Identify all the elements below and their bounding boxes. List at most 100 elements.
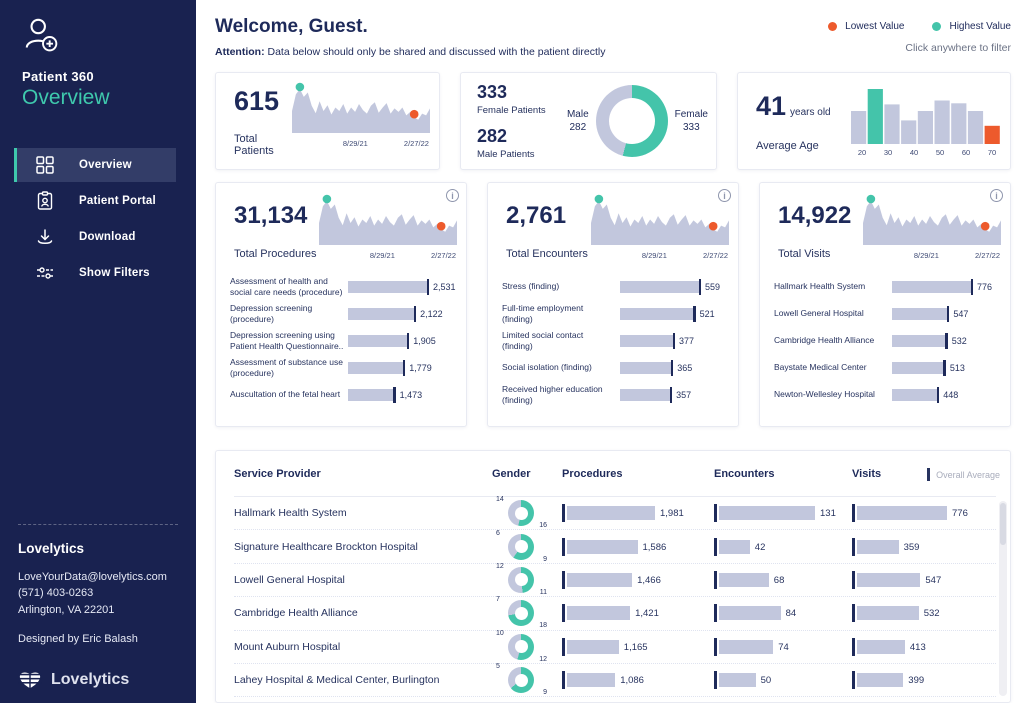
- bar-value: 84: [786, 608, 797, 619]
- value-bar: [892, 281, 972, 293]
- encounters-bar[interactable]: 131: [714, 506, 852, 520]
- bar-label: Stress (finding): [502, 281, 620, 291]
- sparkline-area-chart: [318, 194, 458, 251]
- table-row[interactable]: Lahey Hospital & Medical Center, Burling…: [234, 664, 996, 697]
- value-bar: [857, 540, 899, 554]
- overall-average-tick: [714, 538, 717, 556]
- procedures-trend-chart[interactable]: 8/29/21 2/27/22: [318, 185, 458, 262]
- visits-bar[interactable]: 532: [852, 606, 996, 620]
- male-patients-value: 282: [477, 126, 567, 147]
- column-header-gender[interactable]: Gender: [492, 468, 562, 480]
- visits-bar-row[interactable]: Lowell General Hospital547: [774, 300, 998, 327]
- table-row[interactable]: Hallmark Health System14161,981131776: [234, 497, 996, 530]
- visits-bar-row[interactable]: Newton-Wellesley Hospital448: [774, 381, 998, 408]
- procedures-bar-row[interactable]: Assessment of substance use (procedure)1…: [230, 354, 454, 381]
- bar-value: 513: [950, 363, 965, 373]
- visits-bar[interactable]: 776: [852, 506, 996, 520]
- sidebar-item-patient-portal[interactable]: Patient Portal: [14, 184, 176, 218]
- procedures-bar[interactable]: 1,421: [562, 606, 714, 620]
- sparkline-axis: 8/29/21 2/27/22: [862, 251, 1002, 262]
- table-scrollbar[interactable]: [999, 501, 1007, 696]
- overall-average-tick: [714, 671, 717, 689]
- encounters-bar[interactable]: 50: [714, 673, 852, 687]
- table-row[interactable]: Mount Auburn Hospital10121,16574413: [234, 631, 996, 664]
- column-header-procedures[interactable]: Procedures: [562, 468, 714, 480]
- patient-360-dashboard: Patient 360 Overview Overview: [0, 0, 1024, 703]
- scrollbar-thumb[interactable]: [1000, 503, 1006, 545]
- encounters-trend-chart[interactable]: 8/29/21 2/27/22: [590, 185, 730, 262]
- visits-bar[interactable]: 399: [852, 673, 996, 687]
- visits-bar[interactable]: 413: [852, 640, 996, 654]
- procedures-bar[interactable]: 1,586: [562, 540, 714, 554]
- visits-trend-chart[interactable]: 8/29/21 2/27/22: [862, 185, 1002, 262]
- column-header-encounters[interactable]: Encounters: [714, 468, 852, 480]
- donut-male-label: Male 282: [567, 108, 589, 134]
- age-histogram-chart[interactable]: 203040506070: [850, 84, 1002, 158]
- overall-average-tick: [562, 571, 565, 589]
- gender-mini-donut[interactable]: 718: [508, 600, 534, 626]
- overall-average-tick: [714, 638, 717, 656]
- gender-count-1: 6: [496, 530, 500, 537]
- info-icon[interactable]: i: [990, 189, 1003, 202]
- encounters-bar[interactable]: 84: [714, 606, 852, 620]
- encounters-bar-row[interactable]: Limited social contact (finding)377: [502, 327, 726, 354]
- procedures-bar-row[interactable]: Auscultation of the fetal heart1,473: [230, 381, 454, 408]
- bar-label: Full-time employment (finding): [502, 303, 620, 323]
- visits-bar-row[interactable]: Hallmark Health System776: [774, 273, 998, 300]
- encounters-bar[interactable]: 42: [714, 540, 852, 554]
- info-icon[interactable]: i: [718, 189, 731, 202]
- visits-bar-row[interactable]: Baystate Medical Center513: [774, 354, 998, 381]
- procedures-bar[interactable]: 1,165: [562, 640, 714, 654]
- total-visits-card[interactable]: i 14,922 Total Visits 8/29/21 2/27/22 H: [759, 182, 1011, 427]
- sidebar-item-show-filters[interactable]: Show Filters: [14, 256, 176, 290]
- axis-tick-mid: 8/29/21: [370, 251, 395, 260]
- total-procedures-label: Total Procedures: [234, 247, 318, 262]
- encounters-bar-row[interactable]: Stress (finding)559: [502, 273, 726, 300]
- sidebar-item-overview[interactable]: Overview: [14, 148, 176, 182]
- total-patients-card[interactable]: 615 Total Patients 8/29/21 2/27/22: [215, 72, 440, 170]
- gender-mini-donut[interactable]: 69: [508, 534, 534, 560]
- visits-bar-row[interactable]: Cambridge Health Alliance532: [774, 327, 998, 354]
- procedures-bar[interactable]: 1,466: [562, 573, 714, 587]
- gender-card[interactable]: 333 Female Patients 282 Male Patients Ma…: [460, 72, 717, 170]
- encounters-bar-row[interactable]: Received higher education (finding)357: [502, 381, 726, 408]
- average-age-card[interactable]: 41years old Average Age 203040506070: [737, 72, 1011, 170]
- service-provider-table[interactable]: Service Provider Gender Procedures Encou…: [215, 450, 1011, 703]
- bar-value: 2,531: [433, 282, 456, 292]
- encounters-bar-row[interactable]: Social isolation (finding)365: [502, 354, 726, 381]
- procedures-bar[interactable]: 1,086: [562, 673, 714, 687]
- sparkline-area-chart: [590, 194, 730, 251]
- gender-mini-donut[interactable]: 1416: [508, 500, 534, 526]
- average-age-label: Average Age: [756, 140, 850, 152]
- bar-track: 1,473: [348, 389, 454, 401]
- table-row[interactable]: Cambridge Health Alliance7181,42184532: [234, 597, 996, 630]
- provider-name: Lowell General Hospital: [234, 574, 492, 586]
- info-icon[interactable]: i: [446, 189, 459, 202]
- table-row[interactable]: Signature Healthcare Brockton Hospital69…: [234, 530, 996, 563]
- total-procedures-card[interactable]: i 31,134 Total Procedures 8/29/21 2/27/2…: [215, 182, 467, 427]
- bar-value: 532: [952, 336, 967, 346]
- gender-donut-chart[interactable]: Male 282 Female 333: [567, 85, 708, 157]
- value-bar: [892, 335, 947, 347]
- column-header-service-provider[interactable]: Service Provider: [234, 468, 492, 480]
- sidebar-item-download[interactable]: Download: [14, 220, 176, 254]
- encounters-bar[interactable]: 68: [714, 573, 852, 587]
- procedures-bar-row[interactable]: Assessment of health and social care nee…: [230, 273, 454, 300]
- axis-tick-end: 2/27/22: [975, 251, 1000, 260]
- encounters-bar[interactable]: 74: [714, 640, 852, 654]
- overall-average-tick: [943, 360, 946, 376]
- table-row[interactable]: Lowell General Hospital 1211 1,46668547: [234, 564, 996, 597]
- procedures-bar[interactable]: 1,981: [562, 506, 714, 520]
- visits-bar[interactable]: 359: [852, 540, 996, 554]
- encounters-bar-row[interactable]: Full-time employment (finding)521: [502, 300, 726, 327]
- total-encounters-card[interactable]: i 2,761 Total Encounters 8/29/21 2/27/22: [487, 182, 739, 427]
- lowest-value-dot-icon: [828, 22, 837, 31]
- procedures-bar-row[interactable]: Depression screening (procedure)2,122: [230, 300, 454, 327]
- gender-mini-donut[interactable]: 1211: [508, 567, 534, 593]
- visits-bar[interactable]: 547: [852, 573, 996, 587]
- procedures-bar-row[interactable]: Depression screening using Patient Healt…: [230, 327, 454, 354]
- gender-mini-donut[interactable]: 1012: [508, 634, 534, 660]
- patients-trend-chart[interactable]: 8/29/21 2/27/22: [291, 73, 431, 169]
- gender-mini-donut[interactable]: 59: [508, 667, 534, 693]
- bar-track: 377: [620, 335, 726, 347]
